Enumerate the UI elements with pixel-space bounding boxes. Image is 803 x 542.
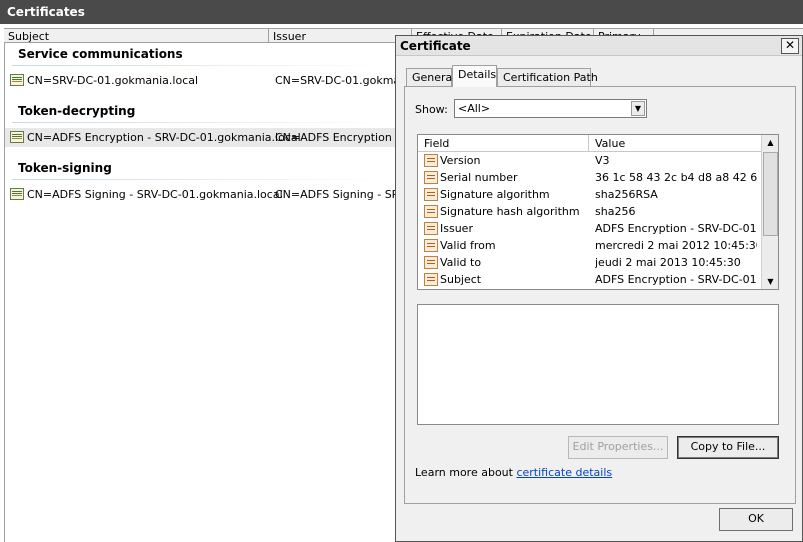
field-row[interactable]: Signature algorithm sha256RSA (418, 186, 761, 203)
field-value: sha256 (595, 205, 636, 218)
ok-button[interactable]: OK (719, 508, 793, 531)
show-select[interactable]: <All> ▼ (454, 99, 647, 118)
field-column-header[interactable]: Field (424, 137, 449, 150)
field-icon (424, 171, 438, 184)
header-separator (588, 135, 589, 152)
certificate-dialog: Certificate ✕ General Details Certificat… (395, 35, 803, 542)
close-button[interactable]: ✕ (781, 38, 799, 54)
certificate-icon (10, 74, 24, 86)
field-value: jeudi 2 mai 2013 10:45:30 (595, 256, 741, 269)
field-row[interactable]: Serial number 36 1c 58 43 2c b4 d8 a8 42… (418, 169, 761, 186)
tab-details[interactable]: Details (452, 65, 497, 87)
cert-row-token-decrypting[interactable]: CN=ADFS Encryption - SRV-DC-01.gokmania.… (5, 128, 395, 147)
copy-to-file-button[interactable]: Copy to File... (677, 436, 779, 459)
fields-list[interactable]: Field Value Version V3 Serial number 36 … (417, 134, 779, 290)
field-name: Subject (440, 273, 482, 286)
column-issuer[interactable]: Issuer (269, 29, 412, 43)
field-row[interactable]: Subject ADFS Encryption - SRV-DC-01.... (418, 271, 761, 288)
learn-more-text: Learn more about certificate details (415, 466, 612, 479)
row-subject: CN=ADFS Signing - SRV-DC-01.gokmania.loc… (27, 188, 283, 201)
show-label: Show: (415, 103, 448, 116)
cert-row-token-signing[interactable]: CN=ADFS Signing - SRV-DC-01.gokmania.loc… (5, 185, 395, 204)
row-subject: CN=ADFS Encryption - SRV-DC-01.gokmania.… (27, 131, 301, 144)
group-divider (12, 65, 392, 66)
value-column-header[interactable]: Value (595, 137, 625, 150)
chevron-down-icon[interactable]: ▼ (631, 101, 645, 116)
scroll-down-icon[interactable]: ▼ (763, 274, 778, 289)
field-value: 36 1c 58 43 2c b4 d8 a8 42 63... (595, 171, 757, 184)
field-name: Valid to (440, 256, 482, 269)
field-icon (424, 205, 438, 218)
learn-more-prefix: Learn more about (415, 466, 517, 479)
row-issuer: CN=ADFS Signing - SRV (275, 188, 395, 201)
certificate-icon (10, 188, 24, 200)
field-row[interactable]: Valid to jeudi 2 mai 2013 10:45:30 (418, 254, 761, 271)
fields-header: Field Value (418, 135, 761, 152)
group-divider (12, 122, 392, 123)
edit-properties-button[interactable]: Edit Properties... (568, 436, 668, 459)
row-issuer: CN=SRV-DC-01.gokmani (275, 74, 395, 87)
field-row[interactable]: Signature hash algorithm sha256 (418, 203, 761, 220)
fields-scrollbar[interactable]: ▲ ▼ (761, 135, 778, 289)
field-name: Issuer (440, 222, 473, 235)
group-service-communications: Service communications (18, 47, 183, 61)
field-value: sha256RSA (595, 188, 658, 201)
field-name: Signature hash algorithm (440, 205, 580, 218)
row-issuer: CN=ADFS Encryption - S (275, 131, 395, 144)
field-row[interactable]: Issuer ADFS Encryption - SRV-DC-01.... (418, 220, 761, 237)
row-subject: CN=SRV-DC-01.gokmania.local (27, 74, 199, 87)
scroll-thumb[interactable] (763, 152, 778, 236)
field-value: mercredi 2 mai 2012 10:45:30 (595, 239, 757, 252)
field-name: Serial number (440, 171, 518, 184)
field-value: ADFS Encryption - SRV-DC-01.... (595, 273, 757, 286)
show-select-value: <All> (458, 102, 491, 115)
field-icon (424, 239, 438, 252)
dialog-title[interactable]: Certificate (396, 36, 802, 56)
field-icon (424, 256, 438, 269)
list-border (4, 28, 5, 542)
group-token-decrypting: Token-decrypting (18, 104, 136, 118)
field-name: Valid from (440, 239, 496, 252)
certificate-icon (10, 131, 24, 143)
field-name: Signature algorithm (440, 188, 550, 201)
tab-certification-path[interactable]: Certification Path (497, 68, 598, 87)
field-row[interactable]: Valid from mercredi 2 mai 2012 10:45:30 (418, 237, 761, 254)
field-icon (424, 273, 438, 286)
field-value: V3 (595, 154, 610, 167)
field-value: ADFS Encryption - SRV-DC-01.... (595, 222, 757, 235)
field-name: Version (440, 154, 481, 167)
field-detail-box[interactable] (417, 304, 779, 425)
scroll-up-icon[interactable]: ▲ (763, 135, 778, 150)
cert-row-service[interactable]: CN=SRV-DC-01.gokmania.local CN=SRV-DC-01… (5, 71, 395, 90)
field-icon (424, 154, 438, 167)
window-title: Certificates (0, 0, 803, 24)
certificate-details-link[interactable]: certificate details (516, 466, 612, 479)
field-row[interactable]: Version V3 (418, 152, 761, 169)
group-token-signing: Token-signing (18, 161, 112, 175)
group-divider (12, 179, 392, 180)
field-icon (424, 188, 438, 201)
tab-general[interactable]: General (406, 68, 455, 87)
column-subject[interactable]: Subject (4, 29, 269, 43)
field-icon (424, 222, 438, 235)
